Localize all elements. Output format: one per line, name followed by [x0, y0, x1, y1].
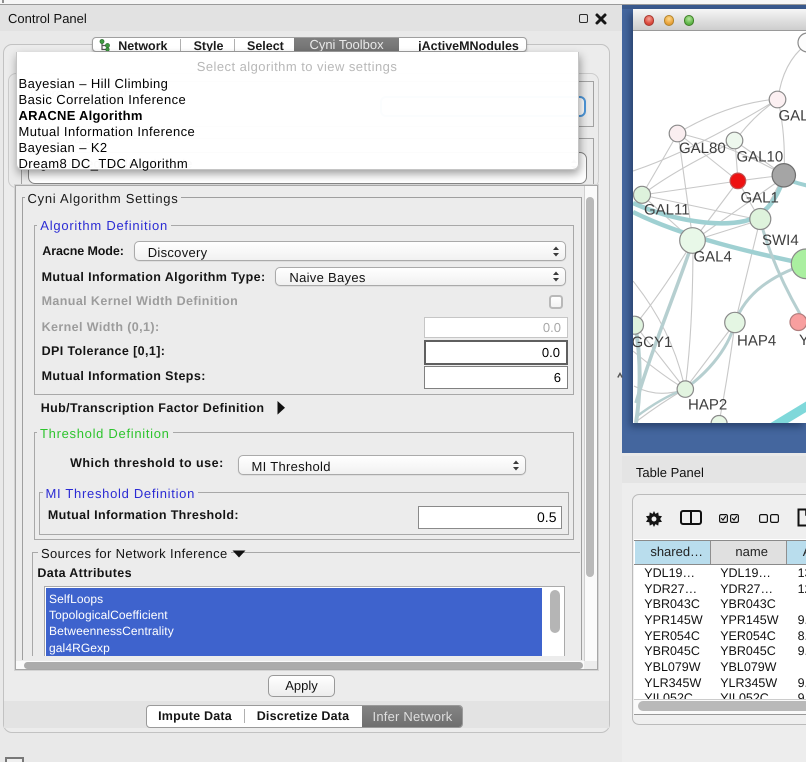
svg-text:SWI4: SWI4: [762, 232, 799, 249]
svg-text:Y: Y: [799, 332, 806, 349]
svg-text:GAL10: GAL10: [737, 149, 784, 166]
svg-text:HAP4: HAP4: [737, 333, 776, 350]
svg-text:GAL11: GAL11: [644, 202, 690, 219]
svg-text:HAP2: HAP2: [688, 397, 727, 414]
svg-text:GCY1: GCY1: [633, 334, 672, 351]
svg-text:GAL1: GAL1: [741, 190, 779, 207]
svg-text:GAL80: GAL80: [679, 140, 726, 157]
svg-text:GAL4: GAL4: [694, 249, 732, 266]
svg-text:GAL: GAL: [779, 108, 806, 125]
